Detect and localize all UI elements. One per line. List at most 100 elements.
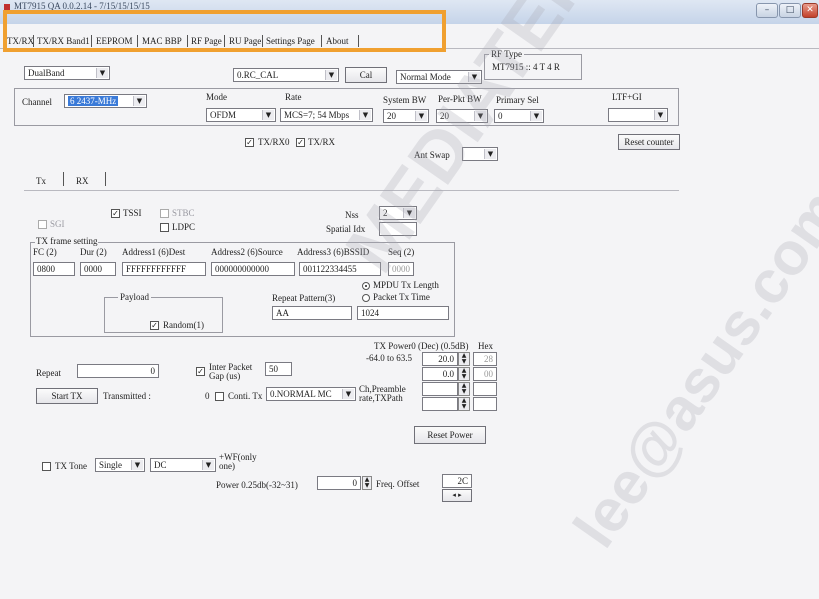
inter-packet-field[interactable]: 50	[265, 362, 292, 376]
stbc-label: STBC	[172, 208, 195, 218]
watermark-email: lee@asus.com	[560, 177, 819, 560]
close-button[interactable]: ✕	[802, 3, 818, 18]
transmitted-value: 0	[205, 391, 210, 401]
rate-select[interactable]: MCS=7; 54 Mbps ▼	[280, 108, 373, 122]
mode-label: Mode	[206, 92, 227, 102]
tab-separator	[358, 35, 359, 47]
power2-hex-field[interactable]	[473, 382, 497, 396]
tab-ru-page[interactable]: RU Page	[229, 36, 261, 46]
main-tab-bar: TX/RX TX/RX Band1 EEPROM MAC BBP RF Page…	[0, 24, 819, 49]
maximize-button[interactable]: □	[779, 3, 801, 18]
ltf-gi-select[interactable]: ▼	[608, 108, 668, 122]
tab-txrx-band1[interactable]: TX/RX Band1	[37, 36, 90, 46]
address1-field[interactable]: FFFFFFFFFFFF	[122, 262, 206, 276]
tab-rf-page[interactable]: RF Page	[191, 36, 222, 46]
system-bw-label: System BW	[383, 95, 427, 105]
tab-separator	[33, 35, 34, 47]
power3-spinner[interactable]: ▲ ▼	[458, 397, 470, 411]
sgi-label: SGI	[50, 219, 65, 229]
mpdu-length-label: MPDU Tx Length	[373, 280, 439, 290]
primary-sel-select[interactable]: 0 ▼	[494, 109, 544, 123]
freq-offset-field[interactable]: 2C	[442, 474, 472, 488]
power3-dec-field[interactable]	[422, 397, 458, 411]
freq-offset-stepper[interactable]: ◂ ▸	[442, 489, 472, 502]
seq-label: Seq (2)	[388, 247, 415, 257]
chevron-down-icon: ▼	[342, 389, 354, 399]
fc-field[interactable]: 0800	[33, 262, 75, 276]
cal-button[interactable]: Cal	[345, 67, 387, 83]
channel-select[interactable]: 6 2437-MHz ▼	[64, 94, 147, 108]
chevron-down-icon: ▼	[133, 96, 145, 106]
tone-select-1[interactable]: Single ▼	[95, 458, 145, 472]
ant-swap-select[interactable]: ▼	[462, 147, 498, 161]
tab-settings-page[interactable]: Settings Page	[266, 36, 315, 46]
repeat-field[interactable]: 0	[77, 364, 159, 378]
tab-about[interactable]: About	[326, 36, 349, 46]
power2-spinner[interactable]: ▲ ▼	[458, 382, 470, 396]
primary-sel-label: Primary Sel	[496, 95, 539, 105]
repeat-pattern-field[interactable]: AA	[272, 306, 352, 320]
system-bw-select[interactable]: 20 ▼	[383, 109, 429, 123]
power-025-spinner[interactable]: ▲ ▼	[362, 476, 372, 490]
mpdu-length-radio[interactable]	[362, 282, 370, 290]
tab-separator	[224, 35, 225, 47]
sgi-checkbox[interactable]	[38, 220, 47, 229]
chevron-down-icon: ▼	[262, 110, 274, 120]
address3-field[interactable]: 001122334455	[299, 262, 381, 276]
tab-txrx[interactable]: TX/RX	[7, 36, 34, 46]
phy-mode-select[interactable]: OFDM ▼	[206, 108, 276, 122]
txrx0-checkbox[interactable]: ✓	[245, 138, 254, 147]
tssi-label: TSSI	[123, 208, 142, 218]
power3-hex-field[interactable]	[473, 397, 497, 411]
mode-select[interactable]: Normal Mode ▼	[396, 70, 482, 84]
address2-field[interactable]: 000000000000	[211, 262, 295, 276]
band-select[interactable]: DualBand ▼	[24, 66, 110, 80]
cal-select[interactable]: 0.RC_CAL ▼	[233, 68, 339, 82]
tab-mac-bbp[interactable]: MAC BBP	[142, 36, 182, 46]
dur-field[interactable]: 0000	[80, 262, 116, 276]
inter-packet-checkbox[interactable]: ✓	[196, 367, 205, 376]
ldpc-checkbox[interactable]	[160, 223, 169, 232]
conti-tx-checkbox[interactable]	[215, 392, 224, 401]
chevron-down-icon: ▼	[530, 111, 542, 121]
power0-spinner[interactable]: ▲ ▼	[458, 352, 470, 366]
power2-dec-field[interactable]	[422, 382, 458, 396]
power0-dec-field[interactable]: 20.0	[422, 352, 458, 366]
reset-power-button[interactable]: Reset Power	[414, 426, 486, 444]
start-tx-button[interactable]: Start TX	[36, 388, 98, 404]
power-025-field[interactable]: 0	[317, 476, 361, 490]
seq-field[interactable]: 0000	[388, 262, 414, 276]
power1-spinner[interactable]: ▲ ▼	[458, 367, 470, 381]
payload-label: Payload	[118, 292, 151, 302]
stbc-checkbox[interactable]	[160, 209, 169, 218]
subtab-tx[interactable]: Tx	[36, 176, 46, 186]
nss-label: Nss	[345, 210, 359, 220]
chevron-down-icon: ▼	[359, 110, 371, 120]
tab-eeprom[interactable]: EEPROM	[96, 36, 133, 46]
nss-select[interactable]: 2 ▼	[379, 206, 417, 220]
power1-dec-field[interactable]: 0.0	[422, 367, 458, 381]
chevron-down-icon: ▼	[468, 72, 480, 82]
txrx-checkbox[interactable]: ✓	[296, 138, 305, 147]
tab-separator	[321, 35, 322, 47]
tone-select-2[interactable]: DC ▼	[150, 458, 216, 472]
minimize-button[interactable]: –	[756, 3, 778, 18]
random-checkbox[interactable]: ✓	[150, 321, 159, 330]
power0-hex-field[interactable]: 28	[473, 352, 497, 366]
tx-tone-label: TX Tone	[55, 461, 87, 471]
window-title: MT7915 QA 0.0.2.14 - 7/15/15/15/15	[14, 1, 150, 11]
tssi-checkbox[interactable]: ✓	[111, 209, 120, 218]
chevron-down-icon: ▼	[654, 110, 666, 120]
per-pkt-bw-select[interactable]: 20 ▼	[436, 109, 488, 123]
reset-counter-button[interactable]: Reset counter	[618, 134, 680, 150]
length-field[interactable]: 1024	[357, 306, 449, 320]
packet-time-radio[interactable]	[362, 294, 370, 302]
address1-label: Address1 (6)Dest	[122, 247, 186, 257]
spatial-idx-field[interactable]	[379, 222, 417, 236]
subtab-rx[interactable]: RX	[76, 176, 89, 186]
conti-tx-select[interactable]: 0.NORMAL MC ▼	[266, 387, 356, 401]
tx-tone-checkbox[interactable]	[42, 462, 51, 471]
power1-hex-field[interactable]: 00	[473, 367, 497, 381]
ch-preamble-label: Ch,Preamble rate,TXPath	[359, 384, 406, 403]
chevron-down-icon: ▼	[131, 460, 143, 470]
